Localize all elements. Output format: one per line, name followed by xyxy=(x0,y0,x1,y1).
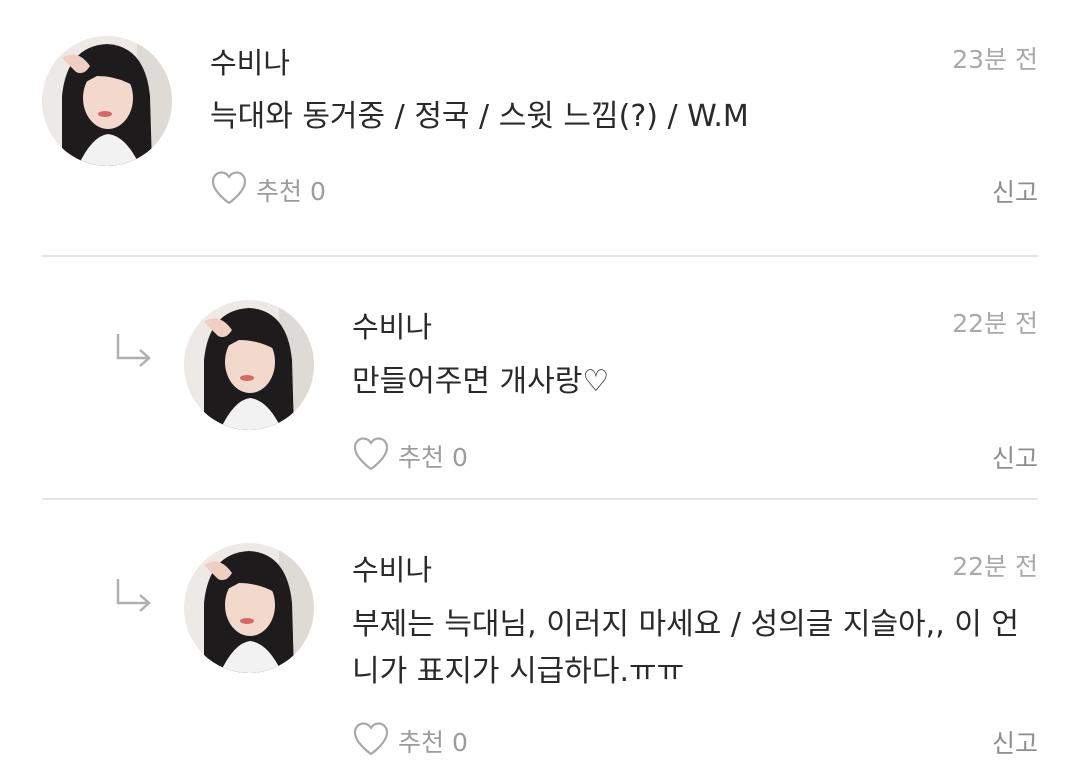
comment-author[interactable]: 수비나 xyxy=(352,304,432,346)
like-count-label: 추천 0 xyxy=(398,728,468,757)
heart-outline-icon xyxy=(210,170,248,210)
like-button[interactable]: 추천 0 xyxy=(352,721,468,761)
heart-outline-icon xyxy=(352,721,390,761)
comment-item: 수비나 23분 전 늑대와 동거중 / 정국 / 스윗 느낌(?) / W.M … xyxy=(0,0,1080,256)
divider xyxy=(42,255,1038,257)
comment-time: 22분 전 xyxy=(952,309,1038,338)
comment-item: 수비나 22분 전 부제는 늑대님, 이러지 마세요 / 성의글 지슬아,, 이… xyxy=(0,501,1080,778)
report-button[interactable]: 신고 xyxy=(992,439,1038,475)
comment-time: 23분 전 xyxy=(952,45,1038,74)
comment-text: 만들어주면 개사랑♡ xyxy=(352,364,610,399)
divider xyxy=(42,498,1038,500)
comment-author[interactable]: 수비나 xyxy=(352,547,432,589)
avatar[interactable] xyxy=(184,543,314,673)
like-count-label: 추천 0 xyxy=(398,443,468,472)
avatar[interactable] xyxy=(42,36,172,166)
like-count-label: 추천 0 xyxy=(256,177,326,206)
like-button[interactable]: 추천 0 xyxy=(352,436,468,476)
report-button[interactable]: 신고 xyxy=(992,173,1038,209)
like-button[interactable]: 추천 0 xyxy=(210,170,326,210)
comment-text: 늑대와 동거중 / 정국 / 스윗 느낌(?) / W.M xyxy=(210,99,749,134)
avatar[interactable] xyxy=(184,300,314,430)
comment-item: 수비나 22분 전 만들어주면 개사랑♡ 추천 0 신고 xyxy=(0,258,1080,498)
comment-time: 22분 전 xyxy=(952,552,1038,581)
reply-arrow-icon xyxy=(112,330,154,376)
comment-author[interactable]: 수비나 xyxy=(210,40,290,82)
heart-outline-icon xyxy=(352,436,390,476)
comment-text: 부제는 늑대님, 이러지 마세요 / 성의글 지슬아,, 이 언니가 표지가 시… xyxy=(352,607,1020,689)
reply-arrow-icon xyxy=(112,575,154,621)
report-button[interactable]: 신고 xyxy=(992,724,1038,760)
